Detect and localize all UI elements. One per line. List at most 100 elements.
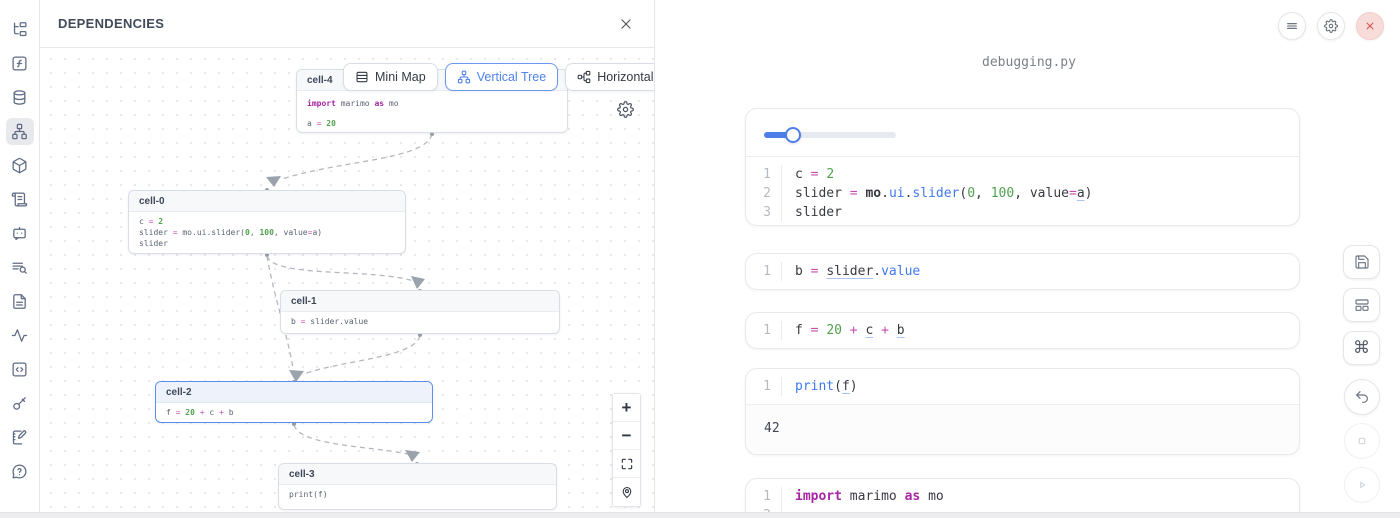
slider-widget[interactable] (746, 109, 1299, 157)
dependencies-header: DEPENDENCIES (40, 0, 654, 48)
notebook-panel: debugging.py 1c = 22slider = mo.ui.slide… (655, 0, 1400, 518)
rail-item-chat-bot[interactable] (6, 220, 34, 247)
graph-settings-button[interactable] (616, 101, 634, 119)
slider-handle[interactable] (785, 127, 801, 143)
rail-item-file-tree[interactable] (6, 16, 34, 43)
graph-node-title: cell-2 (156, 382, 432, 403)
rail-item-document[interactable] (6, 288, 34, 315)
close-panel-button[interactable] (616, 14, 636, 34)
graph-node-cell-0[interactable]: cell-0c = 2slider = mo.ui.slider(0, 100,… (128, 190, 406, 254)
code-square-icon (11, 361, 28, 378)
view-button-label: Horizontal Tree (597, 70, 654, 84)
key-icon (11, 395, 28, 412)
layout-button[interactable] (1343, 288, 1380, 322)
marimo-app: DEPENDENCIES (0, 0, 1400, 518)
activity-icon (11, 327, 28, 344)
rail-item-package[interactable] (6, 152, 34, 179)
fit-view-icon (620, 457, 634, 471)
undo-button[interactable] (1344, 379, 1380, 415)
keyboard-shortcuts-button[interactable]: ⌘ (1343, 331, 1380, 365)
stop-icon (1354, 433, 1370, 449)
close-icon (619, 17, 633, 31)
dependency-graph-icon (11, 123, 28, 140)
rows-icon (355, 70, 369, 84)
close-icon (1363, 19, 1377, 33)
undo-icon (1354, 389, 1370, 405)
rail-item-code-square[interactable] (6, 356, 34, 383)
vertical-tree-button[interactable]: Vertical Tree (445, 63, 558, 91)
graph-node-code: b = slider.value (281, 312, 559, 331)
rail-item-function-square[interactable] (6, 50, 34, 77)
rail-item-notebook-pen[interactable] (6, 424, 34, 451)
horizontal-tree-button[interactable]: Horizontal Tree (565, 63, 654, 91)
database-icon (11, 89, 28, 106)
notebook-pen-icon (11, 429, 28, 446)
save-button[interactable] (1343, 245, 1380, 279)
command-icon: ⌘ (1353, 340, 1370, 357)
graph-node-code: f = 20 + c + b (156, 403, 432, 422)
gear-icon (617, 101, 634, 118)
settings-button[interactable] (1317, 12, 1345, 40)
shutdown-button[interactable] (1356, 12, 1384, 40)
map-pin-icon (620, 485, 634, 499)
code-editor[interactable]: 1b = slider.value (746, 254, 1299, 289)
mini-map-button[interactable]: Mini Map (343, 63, 438, 91)
notebook-cell[interactable]: 1b = slider.value (745, 253, 1300, 290)
rail-item-key[interactable] (6, 390, 34, 417)
locate-node-button[interactable] (613, 478, 640, 506)
minus-icon: − (622, 427, 632, 444)
run-button[interactable] (1344, 467, 1380, 503)
scroll-text-icon (11, 191, 28, 208)
graph-node-code: print(f) (279, 485, 556, 504)
topbar-actions (1278, 12, 1384, 40)
text-search-icon (11, 259, 28, 276)
code-editor[interactable]: 1print(f) (746, 369, 1299, 404)
view-button-label: Mini Map (375, 70, 426, 84)
menu-button[interactable] (1278, 12, 1306, 40)
zoom-out-button[interactable]: − (613, 422, 640, 450)
dependencies-panel: DEPENDENCIES (40, 0, 655, 518)
fit-view-button[interactable] (613, 450, 640, 478)
line-number: 1 (746, 165, 782, 184)
zoom-in-button[interactable]: + (613, 394, 640, 422)
code-line: 2slider = mo.ui.slider(0, 100, value=a) (746, 184, 1299, 203)
save-icon (1354, 254, 1370, 270)
notebook-cell[interactable]: 1c = 22slider = mo.ui.slider(0, 100, val… (745, 108, 1300, 226)
graph-node-title: cell-3 (279, 464, 556, 485)
dependencies-title: DEPENDENCIES (58, 16, 164, 31)
slider-track[interactable] (764, 132, 896, 138)
graph-node-cell-2[interactable]: cell-2f = 20 + c + b (155, 381, 433, 423)
notebook-cell[interactable]: 1print(f) 42 (745, 368, 1300, 455)
code-line: 1print(f) (746, 377, 1299, 396)
line-number: 1 (746, 487, 782, 506)
stop-button[interactable] (1344, 423, 1380, 459)
rail-item-text-search[interactable] (6, 254, 34, 281)
code-line: 1f = 20 + c + b (746, 321, 1299, 340)
graph-node-code: c = 2slider = mo.ui.slider(0, 100, value… (129, 212, 405, 253)
cell-output: 42 (746, 404, 1299, 452)
graph-node-cell-1[interactable]: cell-1b = slider.value (280, 290, 560, 334)
line-number: 1 (746, 377, 782, 396)
dependency-graph-canvas[interactable]: Mini Map Vertical Tree Horizontal Tree +… (40, 48, 654, 512)
rail-item-help-circle[interactable] (6, 458, 34, 485)
rail-item-database[interactable] (6, 84, 34, 111)
code-editor[interactable]: 1c = 22slider = mo.ui.slider(0, 100, val… (746, 157, 1299, 226)
rail-item-scroll-text[interactable] (6, 186, 34, 213)
file-tree-icon (11, 21, 28, 38)
rail-item-dependency-graph[interactable] (6, 118, 34, 145)
code-editor[interactable]: 1f = 20 + c + b (746, 313, 1299, 348)
notebook-cell[interactable]: 1f = 20 + c + b (745, 312, 1300, 349)
graph-node-title: cell-1 (281, 291, 559, 312)
graph-node-cell-3[interactable]: cell-3print(f) (278, 463, 557, 510)
package-icon (11, 157, 28, 174)
vertical-tree-icon (457, 70, 471, 84)
document-icon (11, 293, 28, 310)
graph-zoom-controls: + − (612, 393, 641, 507)
rail-item-activity[interactable] (6, 322, 34, 349)
line-number: 2 (746, 184, 782, 203)
line-number: 1 (746, 262, 782, 281)
graph-node-title: cell-0 (129, 191, 405, 212)
function-square-icon (11, 55, 28, 72)
menu-icon (1285, 19, 1299, 33)
bottom-strip (0, 512, 1400, 518)
